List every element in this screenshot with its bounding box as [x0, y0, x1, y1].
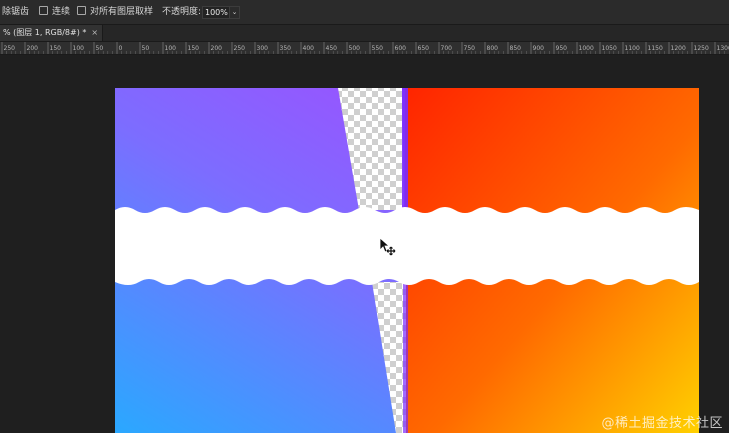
document-tab-bar: % (图层 1, RGB/8#) * × — [0, 25, 729, 42]
ruler-label: 800 — [487, 45, 499, 52]
ruler-label: 100 — [73, 45, 85, 52]
contiguous-label: 连续 — [52, 7, 71, 17]
ruler-label: 500 — [349, 45, 361, 52]
options-bar: 除锯齿 连续 对所有图层取样 不透明度: 100% ⌄ — [0, 0, 729, 25]
ruler-label: 850 — [510, 45, 522, 52]
ruler-label: 200 — [211, 45, 223, 52]
contiguous-checkbox-box[interactable] — [39, 6, 48, 15]
ruler-label: 350 — [280, 45, 292, 52]
ruler-label: 400 — [303, 45, 315, 52]
contiguous-checkbox[interactable]: 连续 — [39, 0, 70, 24]
ruler-label: 0 — [119, 45, 123, 52]
sample-all-layers-label: 对所有图层取样 — [90, 7, 154, 17]
ruler-label: 250 — [234, 45, 246, 52]
ruler-ticks: 250 200 150 100 50 0 50 100 150 200 250 300 350 400 45… — [1, 42, 729, 54]
ruler-label: 450 — [326, 45, 338, 52]
ruler-label: 550 — [372, 45, 384, 52]
ruler-label: 1200 — [671, 45, 686, 52]
ruler-label: 200 — [27, 45, 39, 52]
ruler-label: 900 — [533, 45, 545, 52]
ruler-label: 50 — [96, 45, 104, 52]
ruler-label: 150 — [188, 45, 200, 52]
ruler-label: 1250 — [694, 45, 709, 52]
ruler-label: 1300 — [717, 45, 729, 52]
ruler-label: 150 — [50, 45, 62, 52]
ruler-label: 300 — [257, 45, 269, 52]
document-tab-title: % (图层 1, RGB/8#) * — [3, 28, 87, 37]
ruler-label: 50 — [142, 45, 150, 52]
ruler-label: 1050 — [602, 45, 617, 52]
ruler-label: 650 — [418, 45, 430, 52]
close-tab-icon[interactable]: × — [91, 28, 98, 37]
move-cursor-icon — [379, 237, 396, 256]
sample-all-layers-checkbox[interactable]: 对所有图层取样 — [77, 0, 153, 24]
opacity-label: 不透明度: — [162, 7, 202, 17]
opacity-input[interactable]: 100% — [202, 6, 230, 19]
ruler-label: 100 — [165, 45, 177, 52]
ruler-label: 600 — [395, 45, 407, 52]
opacity-dropdown-icon[interactable]: ⌄ — [229, 6, 240, 19]
ruler-label: 1000 — [579, 45, 594, 52]
ruler-label: 700 — [441, 45, 453, 52]
canvas-workspace[interactable]: @稀土掘金技术社区 — [0, 55, 729, 433]
anti-alias-option[interactable]: 除锯齿 — [2, 0, 29, 24]
ruler-label: 1150 — [648, 45, 663, 52]
watermark-text: @稀土掘金技术社区 — [601, 416, 723, 431]
ruler-label: 750 — [464, 45, 476, 52]
white-band — [115, 207, 699, 285]
document-tab[interactable]: % (图层 1, RGB/8#) * × — [0, 25, 104, 41]
sample-all-layers-checkbox-box[interactable] — [77, 6, 86, 15]
horizontal-ruler[interactable]: 250 200 150 100 50 0 50 100 150 200 250 300 350 400 45… — [0, 42, 729, 55]
document-canvas[interactable] — [0, 55, 729, 433]
ruler-label: 950 — [556, 45, 568, 52]
ruler-label: 1100 — [625, 45, 640, 52]
ruler-label: 250 — [4, 45, 16, 52]
